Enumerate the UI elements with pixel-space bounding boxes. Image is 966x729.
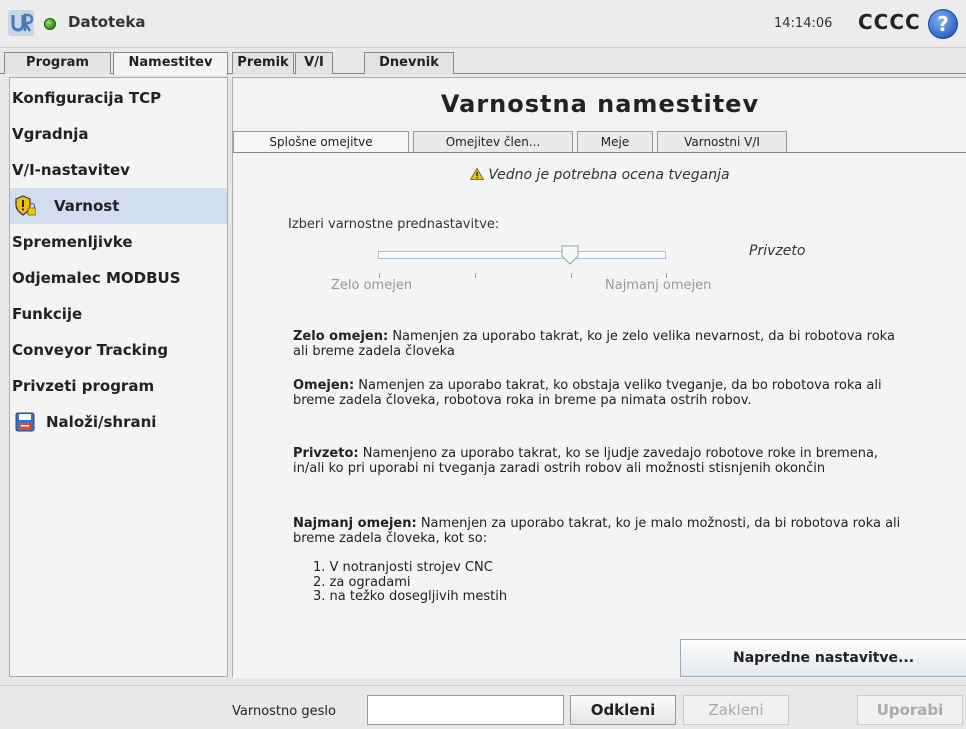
slider-min-label: Zelo omejen <box>331 278 413 293</box>
description-least-restricted: Najmanj omejen: Namenjen za uporabo takr… <box>293 516 913 546</box>
help-icon[interactable]: ? <box>928 9 958 39</box>
sidebar-item-nalozi-shrani[interactable]: Naloži/shrani <box>10 404 227 440</box>
file-name[interactable]: Datoteka <box>68 13 146 31</box>
description-text: Namenjeno za uporabo takrat, ko se ljudj… <box>293 446 879 476</box>
tab-premik[interactable]: Premik <box>232 52 294 74</box>
tab-program[interactable]: Program <box>4 52 111 74</box>
warning-icon <box>470 168 485 180</box>
robot-status-icon[interactable] <box>44 18 56 30</box>
sidebar-item-privzeti-program[interactable]: Privzeti program <box>10 368 227 404</box>
slider-tick <box>475 273 476 278</box>
description-term: Zelo omejen: <box>293 329 389 344</box>
lock-button[interactable]: Zakleni <box>683 695 789 725</box>
list-item: 3. na težko dosegljivih mestih <box>313 589 508 604</box>
sidebar-item-tcp[interactable]: Konfiguracija TCP <box>10 80 227 116</box>
page-title: Varnostna namestitev <box>440 90 760 118</box>
preset-label: Izberi varnostne prednastavitve: <box>288 217 500 232</box>
general-limits-panel: Vedno je potrebna ocena tveganja Izberi … <box>233 152 966 678</box>
description-default: Privzeto: Namenjeno za uporabo takrat, k… <box>293 446 913 476</box>
risk-warning: Vedno je potrebna ocena tveganja <box>233 167 966 183</box>
warning-text: Vedno je potrebna ocena tveganja <box>488 167 730 183</box>
description-very-restricted: Zelo omejen: Namenjen za uporabo takrat,… <box>293 329 913 359</box>
password-input[interactable] <box>367 695 564 725</box>
tab-namestitev[interactable]: Namestitev <box>113 52 228 75</box>
tab-varnostni-vi[interactable]: Varnostni V/I <box>657 131 787 153</box>
main-tab-bar: Program Namestitev Premik V/I Dnevnik <box>0 50 966 75</box>
sub-tab-bar: Splošne omejitve Omejitev člen... Meje V… <box>233 131 966 153</box>
sidebar-item-conveyor-tracking[interactable]: Conveyor Tracking <box>10 332 227 368</box>
shield-lock-icon <box>15 195 36 216</box>
unlock-button[interactable]: Odkleni <box>570 695 676 725</box>
slider-tick <box>571 273 572 278</box>
description-term: Najmanj omejen: <box>293 516 417 531</box>
description-term: Privzeto: <box>293 446 359 461</box>
sidebar-item-vi-nastavitev[interactable]: V/I-nastavitev <box>10 152 227 188</box>
robot-name: CCCC <box>858 10 921 34</box>
title-bar: Datoteka 14:14:06 CCCC ? <box>0 0 966 48</box>
content-panel: Varnostna namestitev Splošne omejitve Om… <box>232 77 966 678</box>
sidebar-item-spremenljivke[interactable]: Spremenljivke <box>10 224 227 260</box>
apply-button[interactable]: Uporabi <box>857 695 963 725</box>
slider-max-label: Najmanj omejen <box>605 278 712 293</box>
bottom-bar: Varnostno geslo Odkleni Zakleni Uporabi <box>0 685 966 729</box>
list-item: 1. V notranjosti strojev CNC <box>313 560 493 575</box>
tab-dnevnik[interactable]: Dnevnik <box>364 52 454 74</box>
advanced-settings-button[interactable]: Napredne nastavitve... <box>680 639 966 677</box>
tab-vi[interactable]: V/I <box>295 52 333 74</box>
sidebar-item-vgradnja[interactable]: Vgradnja <box>10 116 227 152</box>
preset-slider-thumb[interactable] <box>561 245 579 265</box>
ur-logo-icon <box>8 10 34 36</box>
sidebar-item-varnost[interactable]: Varnost <box>10 188 227 224</box>
tab-meje[interactable]: Meje <box>577 131 653 153</box>
list-item: 2. za ogradami <box>313 574 411 590</box>
sidebar-item-modbus[interactable]: Odjemalec MODBUS <box>10 260 227 296</box>
description-term: Omejen: <box>293 378 355 393</box>
clock: 14:14:06 <box>774 16 833 31</box>
example-list: 1. V notranjosti strojev CNC 2. za ograd… <box>313 560 508 605</box>
description-text: Namenjen za uporabo takrat, ko obstaja v… <box>293 378 882 408</box>
sidebar-item-funkcije[interactable]: Funkcije <box>10 296 227 332</box>
floppy-disk-icon <box>15 412 35 432</box>
password-label: Varnostno geslo <box>232 704 336 719</box>
preset-slider-track[interactable] <box>378 251 666 259</box>
sidebar: Konfiguracija TCP Vgradnja V/I-nastavite… <box>9 77 228 677</box>
tab-splosne-omejitve[interactable]: Splošne omejitve <box>233 131 409 153</box>
preset-value: Privzeto <box>749 243 806 259</box>
tab-omejitev-clenov[interactable]: Omejitev člen... <box>413 131 573 153</box>
description-restricted: Omejen: Namenjen za uporabo takrat, ko o… <box>293 378 913 408</box>
